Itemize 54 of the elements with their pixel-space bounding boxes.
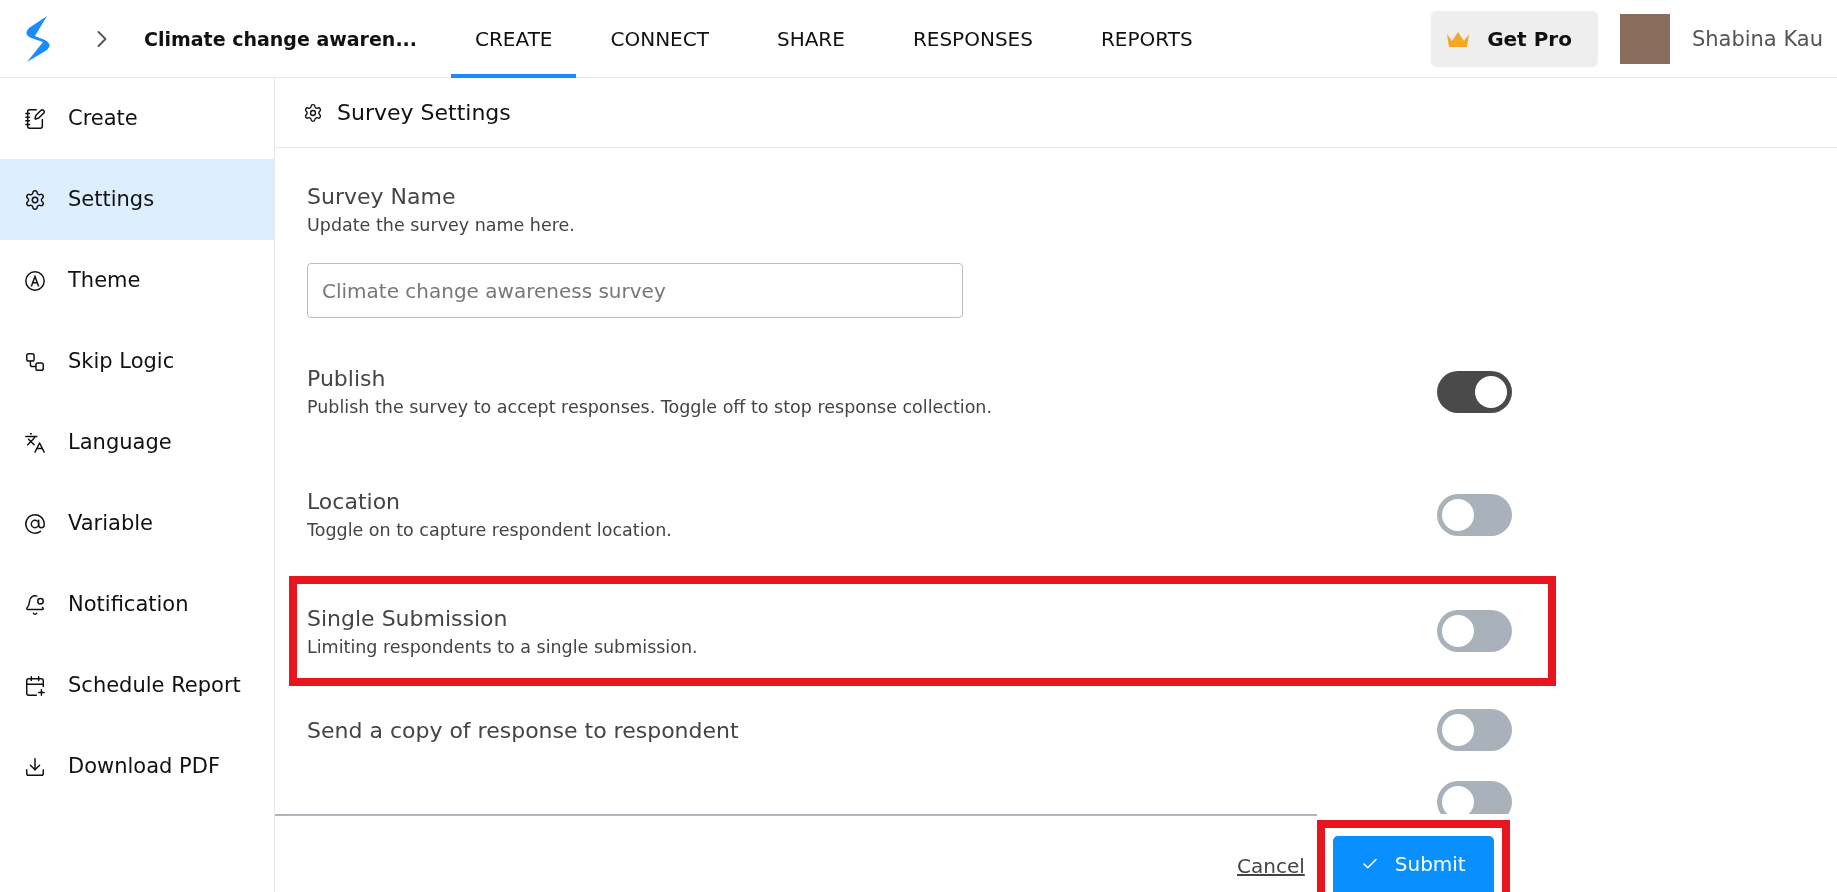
translate-icon bbox=[24, 431, 46, 454]
settings-icon bbox=[24, 188, 46, 211]
survey-name-field[interactable]: Climate change awareness survey bbox=[307, 263, 963, 318]
sidebar-item[interactable]: Notification bbox=[0, 564, 274, 645]
sidebar-label: Skip Logic bbox=[68, 347, 176, 375]
sidebar-label: Schedule Report bbox=[68, 671, 242, 699]
toggle-switch[interactable] bbox=[1437, 781, 1512, 814]
toggle-switch[interactable] bbox=[1437, 493, 1512, 536]
survey-title: Climate change awaren... bbox=[144, 27, 419, 50]
sidebar-item[interactable]: Create bbox=[0, 78, 274, 159]
toggle-switch[interactable] bbox=[1437, 709, 1512, 751]
setting-description: Update the survey name here. bbox=[307, 215, 576, 235]
nav-tab[interactable]: CONNECT bbox=[586, 0, 733, 78]
sidebar-label: Create bbox=[68, 104, 139, 132]
at-sign-icon bbox=[24, 512, 46, 535]
get-pro-button[interactable]: Get Pro bbox=[1431, 10, 1598, 67]
setting-title: Publish bbox=[307, 366, 387, 391]
setting-title: Single Submission bbox=[307, 605, 509, 631]
letter-a-circle-icon bbox=[24, 269, 46, 292]
avatar-photo-placeholder[interactable] bbox=[1619, 13, 1670, 64]
sidebar-item[interactable]: Skip Logic bbox=[0, 321, 274, 402]
cancel-link[interactable]: Cancel bbox=[1237, 854, 1305, 878]
nav-tab[interactable]: CREATE bbox=[451, 0, 577, 78]
nav-tab[interactable]: RESPONSES bbox=[888, 0, 1057, 78]
toggle-switch[interactable] bbox=[1437, 370, 1512, 413]
setting-title: Survey Name bbox=[307, 184, 457, 209]
nav-tab[interactable]: REPORTS bbox=[1076, 0, 1217, 78]
toggle-switch[interactable] bbox=[1437, 610, 1512, 652]
sidebar-label: Notification bbox=[68, 590, 190, 618]
sidebar-item[interactable]: Schedule Report bbox=[0, 645, 274, 726]
sidebar-label: Language bbox=[68, 428, 173, 456]
setting-description: Publish the survey to accept responses. Toggle off to stop response collection. bbox=[307, 397, 993, 417]
nav-tab[interactable]: SHARE bbox=[752, 0, 869, 78]
sidebar-item[interactable]: Variable bbox=[0, 483, 274, 564]
sidebar-item[interactable]: Download PDF bbox=[0, 726, 274, 807]
setting-title: Send a copy of response to respondent bbox=[307, 717, 740, 743]
sidebar-label: Settings bbox=[68, 185, 156, 213]
calendar-plus-icon bbox=[24, 674, 46, 697]
setting-description: Limiting respondents to a single submission. bbox=[307, 636, 699, 657]
sidebar-label: Variable bbox=[68, 509, 155, 537]
sidebar-item[interactable]: Language bbox=[0, 402, 274, 483]
download-icon bbox=[24, 755, 46, 778]
setting-description: Toggle on to capture respondent location. bbox=[307, 520, 673, 540]
settings-icon bbox=[303, 102, 323, 123]
setting-title: Location bbox=[307, 489, 402, 514]
note-icon bbox=[24, 107, 46, 130]
sidebar-label: Download PDF bbox=[68, 752, 221, 780]
sidebar-label: Theme bbox=[68, 266, 142, 294]
panel-title: Survey Settings bbox=[337, 100, 511, 125]
bell-icon bbox=[24, 593, 46, 616]
sidebar-item[interactable]: Settings bbox=[0, 159, 274, 240]
sidebar-item[interactable]: Theme bbox=[0, 240, 274, 321]
flowchart-icon bbox=[24, 350, 46, 373]
user-name[interactable]: Shabina Kau bbox=[1691, 26, 1823, 51]
